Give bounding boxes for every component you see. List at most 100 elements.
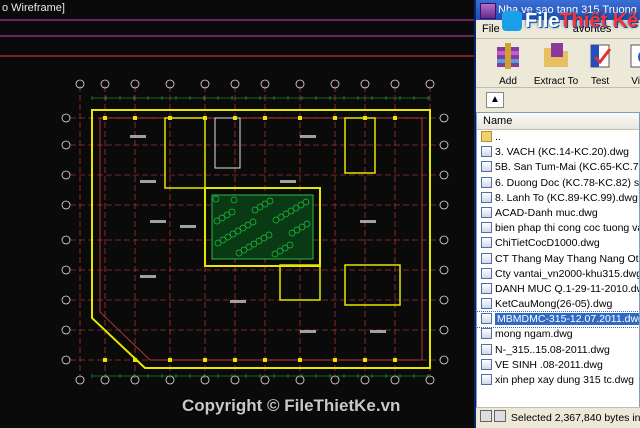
room-label — [300, 330, 316, 333]
column — [298, 358, 302, 362]
file-list[interactable]: Name .. 3. VACH (KC.14-KC.20).dwg 5B. San … — [476, 112, 640, 408]
file-list-item[interactable]: VE SINH .08-2011.dwg — [477, 358, 639, 373]
column-header-name[interactable]: Name — [477, 113, 639, 130]
file-name: VE SINH .08-2011.dwg — [495, 358, 603, 371]
parent-folder-icon — [481, 131, 492, 142]
dwg-file-icon — [481, 267, 492, 279]
file-list-item[interactable]: mong ngam.dwg — [477, 327, 639, 342]
file-list-item[interactable]: bien phap thi cong coc tuong vay.dwg — [477, 221, 639, 236]
copyright-watermark: Copyright © FileThietKe.vn — [182, 396, 401, 415]
file-name: ChiTietCocD1000.dwg — [495, 237, 600, 250]
file-name: 5B. San Tum-Mai (KC.65-KC.77).dwg — [495, 161, 639, 174]
column — [263, 116, 267, 120]
axis-bubble — [61, 200, 71, 210]
axis-bubble — [439, 325, 449, 335]
file-name: 6. Duong Doc (KC.78-KC.82) sua1.dwg — [495, 176, 640, 189]
file-list-item[interactable]: DANH MUC Q.1-29-11-2010.dwg — [477, 282, 639, 297]
axis-bubble — [439, 295, 449, 305]
column — [203, 116, 207, 120]
file-list-item[interactable]: MBMDMC-315-12.07.2011.dwg — [477, 311, 639, 329]
column — [103, 116, 107, 120]
stair-core — [164, 117, 206, 189]
dwg-file-icon — [481, 191, 492, 203]
elevator-core — [214, 117, 241, 169]
column — [168, 116, 172, 120]
dwg-file-icon — [481, 328, 492, 340]
axis-bubble — [61, 265, 71, 275]
column — [168, 358, 172, 362]
column — [263, 358, 267, 362]
column — [333, 116, 337, 120]
axis-bubble — [61, 113, 71, 123]
service-room — [344, 117, 376, 174]
axis-bubble — [61, 235, 71, 245]
winrar-icon — [480, 3, 496, 19]
file-name: .. — [495, 131, 501, 143]
view-button[interactable]: View — [618, 41, 640, 87]
file-list-item[interactable]: .. — [477, 130, 639, 145]
column — [298, 116, 302, 120]
winrar-window[interactable]: Nha ve sao tang 315 Truong Chinh.r FileT… — [474, 0, 640, 428]
axis-bubble — [439, 355, 449, 365]
up-folder-button[interactable]: ▲ — [486, 92, 504, 108]
test-archive-icon — [590, 44, 612, 68]
file-list-item[interactable]: 8. Lanh To (KC.89-KC.99).dwg — [477, 191, 639, 206]
axis-bubble — [61, 295, 71, 305]
column — [393, 116, 397, 120]
file-list-item[interactable]: CT Thang May Thang Nang Oto.dwg — [477, 252, 639, 267]
room-label — [370, 330, 386, 333]
status-drive-icon — [494, 410, 506, 422]
room-label — [130, 135, 146, 138]
toolbar: Add Extract To Test View — [476, 39, 640, 88]
axis-bubble — [439, 200, 449, 210]
file-list-item[interactable]: xin phep xay dung 315 tc.dwg — [477, 373, 639, 388]
column — [233, 116, 237, 120]
logo-mark-icon — [502, 11, 522, 31]
axis-bubble — [61, 140, 71, 150]
navigation-bar: ▲ — [476, 88, 640, 113]
file-name: CT Thang May Thang Nang Oto.dwg — [495, 252, 639, 265]
room-label — [360, 220, 376, 223]
up-folder-icon: ▲ — [490, 94, 500, 105]
file-name: 3. VACH (KC.14-KC.20).dwg — [495, 146, 630, 159]
axis-bubble — [61, 355, 71, 365]
axis-bubble — [61, 170, 71, 180]
dwg-file-icon — [481, 374, 492, 385]
site-logo: FileThiết Kế — [502, 10, 638, 33]
column — [133, 358, 137, 362]
file-rows: .. 3. VACH (KC.14-KC.20).dwg 5B. San Tum-M… — [477, 130, 639, 388]
axis-bubble — [439, 170, 449, 180]
status-text: Selected 2,367,840 bytes in 1 file — [510, 412, 640, 424]
dwg-file-icon — [481, 282, 492, 294]
dwg-file-icon — [481, 252, 492, 264]
room-label — [140, 180, 156, 183]
file-list-item[interactable]: ChiTietCocD1000.dwg — [477, 236, 639, 251]
room-label — [230, 300, 246, 303]
floor-plan-drawing[interactable] — [0, 0, 474, 428]
axis-bubble — [439, 140, 449, 150]
room-label — [180, 225, 196, 228]
view-icon — [630, 44, 640, 68]
file-list-item[interactable]: 3. VACH (KC.14-KC.20).dwg — [477, 145, 639, 160]
add-button[interactable]: Add — [484, 41, 532, 87]
test-button[interactable]: Test — [576, 41, 624, 87]
room-label — [300, 135, 316, 138]
column — [363, 116, 367, 120]
file-list-item[interactable]: KetCauMong(26-05).dwg — [477, 297, 639, 312]
file-name: DANH MUC Q.1-29-11-2010.dwg — [495, 282, 640, 295]
file-list-item[interactable]: ACAD-Danh muc.dwg — [477, 206, 639, 221]
extract-folder-icon — [544, 43, 568, 67]
axis-bubble — [439, 265, 449, 275]
axis-bubble — [439, 113, 449, 123]
file-list-item[interactable]: Cty vantai_vn2000-khu315.dwg — [477, 267, 639, 282]
file-list-item[interactable]: N-_315..15.08-2011.dwg — [477, 343, 639, 358]
room-label — [280, 180, 296, 183]
column — [103, 358, 107, 362]
viewport-label[interactable]: o Wireframe] — [2, 2, 65, 14]
status-bar: Selected 2,367,840 bytes in 1 file — [476, 407, 640, 428]
file-list-item[interactable]: 5B. San Tum-Mai (KC.65-KC.77).dwg — [477, 160, 639, 175]
dwg-file-icon — [481, 176, 492, 188]
file-name: N-_315..15.08-2011.dwg — [495, 343, 610, 356]
cad-viewport[interactable]: o Wireframe] Copyright © FileThietKe.vn — [0, 0, 474, 428]
file-list-item[interactable]: 6. Duong Doc (KC.78-KC.82) sua1.dwg — [477, 176, 639, 191]
